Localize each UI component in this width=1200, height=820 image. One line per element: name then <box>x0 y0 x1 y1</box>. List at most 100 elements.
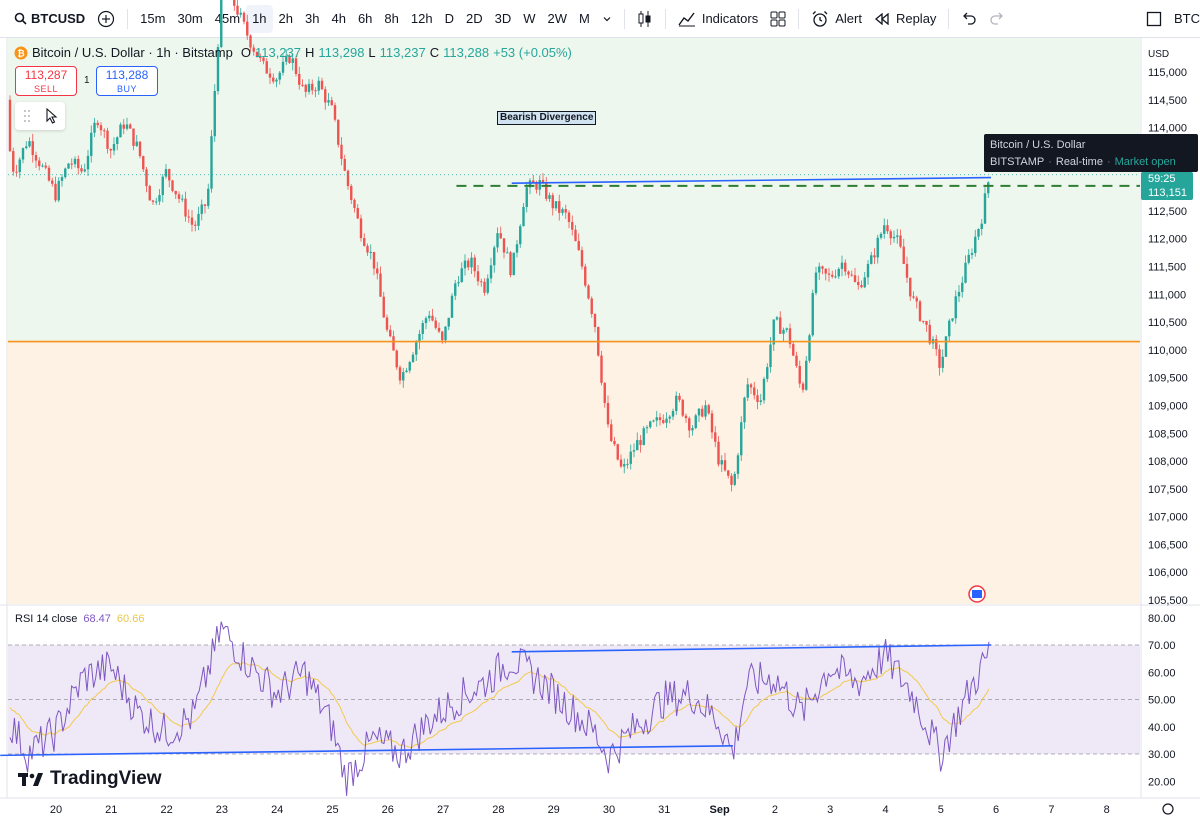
candle-body <box>233 0 236 6</box>
sell-label: SELL <box>33 84 59 94</box>
candle-body <box>639 440 642 445</box>
candle-body <box>34 155 38 161</box>
time-tick-label: 26 <box>382 804 394 816</box>
bearish-divergence-label[interactable]: Bearish Divergence <box>497 111 597 125</box>
candle-body <box>567 212 571 222</box>
candle-body <box>870 255 873 264</box>
candle-body <box>749 384 753 388</box>
time-tick-label: 28 <box>492 804 504 816</box>
candle-body <box>970 253 974 255</box>
candle-body <box>697 408 701 416</box>
candle-body <box>850 274 853 276</box>
candle-body <box>428 315 431 319</box>
tradingview-logo[interactable]: TradingView <box>18 768 162 790</box>
candle-body <box>798 365 801 384</box>
time-tick-label: Sep <box>710 804 730 816</box>
candle-body <box>379 273 382 297</box>
last-price: 113,151 <box>1148 187 1187 199</box>
candle-body <box>155 201 158 203</box>
candle-body <box>909 277 912 297</box>
candle-body <box>740 422 743 456</box>
candle-body <box>658 417 662 421</box>
time-tick-label: 21 <box>105 804 117 816</box>
candle-body <box>974 236 977 254</box>
rsi-tick-label: 30.00 <box>1148 749 1176 761</box>
candle-body <box>571 221 574 230</box>
tradingview-mark-icon <box>18 771 44 787</box>
candle-body <box>892 236 896 239</box>
low-label: L <box>368 45 376 60</box>
candle-body <box>398 367 402 381</box>
candle-body <box>389 329 392 337</box>
candle-body <box>275 79 278 82</box>
flag-canton <box>972 590 982 598</box>
candle-body <box>746 384 749 398</box>
candle-body <box>463 260 467 269</box>
candle-body <box>844 262 847 272</box>
candle-body <box>811 293 814 336</box>
candle-body <box>265 61 268 74</box>
cursor-icon[interactable] <box>45 108 58 124</box>
candle-body <box>54 183 57 201</box>
candle-body <box>99 125 103 131</box>
time-tick-label: 6 <box>993 804 999 816</box>
candle-body <box>928 324 931 344</box>
candle-body <box>210 136 213 189</box>
time-tick-label: 30 <box>603 804 615 816</box>
candle-body <box>717 441 720 465</box>
candle-body <box>122 124 125 129</box>
candle-body <box>805 360 808 390</box>
candle-body <box>272 77 275 82</box>
candle-body <box>675 395 678 411</box>
candle-body <box>522 206 525 227</box>
candle-body <box>304 84 307 92</box>
candle-body <box>346 170 350 187</box>
candle-body <box>90 132 93 156</box>
drag-handle-icon[interactable] <box>23 109 31 123</box>
candle-body <box>736 455 740 474</box>
candle-body <box>701 408 704 417</box>
time-tick-label: 27 <box>437 804 449 816</box>
candle-body <box>77 158 80 169</box>
candle-body <box>411 354 415 363</box>
candle-body <box>268 73 272 78</box>
candle-body <box>242 12 246 22</box>
candle-body <box>616 444 619 460</box>
candle-body <box>821 266 824 269</box>
candle-body <box>593 313 597 328</box>
open-value: 113,237 <box>254 45 301 60</box>
candle-body <box>671 410 675 417</box>
buy-button[interactable]: 113,288 BUY <box>96 66 158 96</box>
candle-body <box>879 233 883 238</box>
candle-body <box>392 336 395 351</box>
rsi-tick-label: 80.00 <box>1148 613 1176 625</box>
low-value: 113,237 <box>379 45 426 60</box>
candle-body <box>112 144 116 151</box>
time-tick-label: 23 <box>216 804 228 816</box>
candle-body <box>385 317 389 330</box>
rsi-tick-label: 70.00 <box>1148 640 1176 652</box>
candle-body <box>649 421 652 428</box>
candle-body <box>350 186 353 200</box>
candle-body <box>60 177 64 181</box>
candle-body <box>714 432 717 442</box>
candle-body <box>723 460 727 471</box>
candle-body <box>431 315 434 321</box>
candle-body <box>177 194 181 199</box>
candle-body <box>707 405 710 414</box>
candle-body <box>857 281 860 286</box>
price-tick-label: 109,000 <box>1148 400 1188 412</box>
price-chart[interactable]: USD115,000114,500114,000113,500113,00011… <box>0 0 1200 820</box>
candle-body <box>545 182 548 199</box>
candle-body <box>333 105 337 120</box>
open-label: O <box>240 45 251 60</box>
candle-body <box>236 5 239 15</box>
candle-body <box>541 180 545 183</box>
candle-body <box>8 99 12 152</box>
sell-button[interactable]: 113,287 SELL <box>15 66 77 96</box>
candle-body <box>190 217 194 225</box>
candle-body <box>668 416 671 419</box>
candle-body <box>298 73 301 85</box>
candle-body <box>145 169 148 187</box>
candle-body <box>704 405 707 417</box>
